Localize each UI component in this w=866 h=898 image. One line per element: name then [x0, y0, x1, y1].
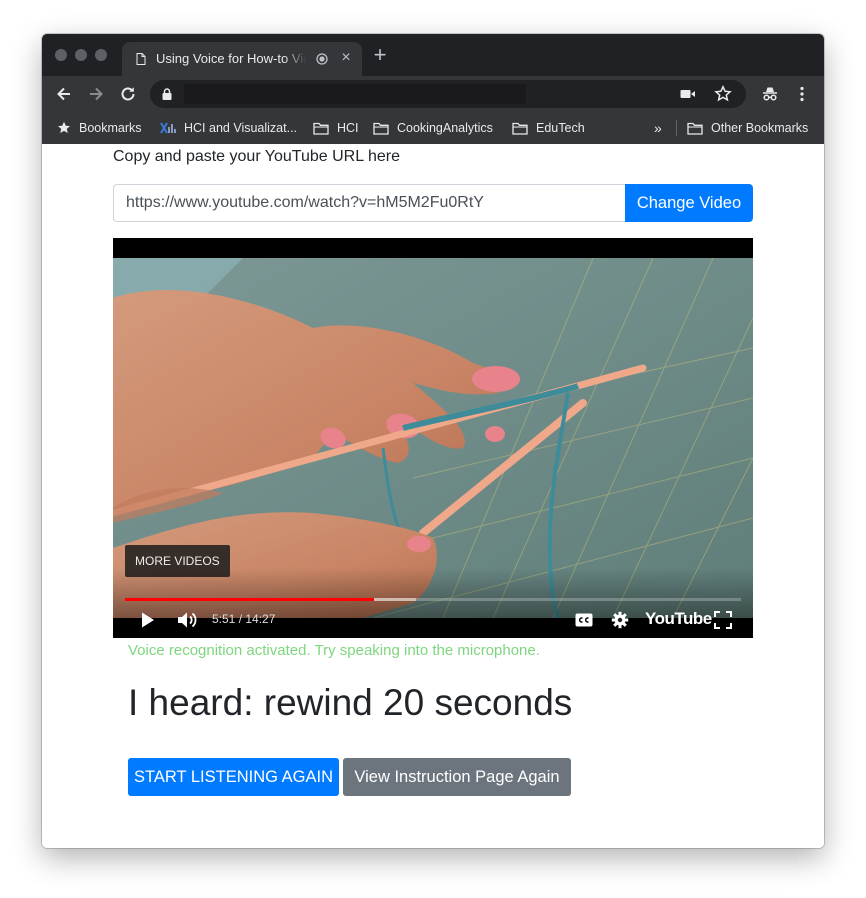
voice-status-message: Voice recognition activated. Try speakin…	[128, 642, 540, 659]
folder-icon	[687, 122, 703, 135]
incognito-icon[interactable]	[760, 84, 780, 104]
bookmarks-bar: Bookmarks HCI and Visualizat... HCI Cook…	[42, 112, 824, 144]
lock-icon	[162, 88, 172, 100]
bookmark-label: EduTech	[536, 121, 585, 135]
bookmark-folder-cookinganalytics[interactable]: CookingAnalytics	[373, 112, 493, 144]
url-text-redacted	[184, 84, 526, 104]
folder-icon	[313, 122, 329, 135]
youtube-video-player[interactable]: MORE VIDEOS 5:51 / 14:27 YouTube	[113, 238, 753, 638]
page-content: Copy and paste your YouTube URL here Cha…	[42, 144, 824, 848]
bookmark-other-bookmarks[interactable]: Other Bookmarks	[687, 112, 808, 144]
url-instructions-label: Copy and paste your YouTube URL here	[113, 148, 401, 165]
youtube-logo[interactable]: YouTube	[645, 609, 712, 629]
forward-arrow-icon[interactable]	[86, 84, 106, 104]
bookmarks-divider	[676, 120, 677, 136]
star-icon[interactable]	[714, 85, 732, 103]
bookmark-label: HCI	[337, 121, 359, 135]
change-video-button[interactable]: Change Video	[625, 184, 753, 222]
settings-gear-icon[interactable]	[611, 611, 629, 629]
bookmark-folder-edutech[interactable]: EduTech	[512, 112, 585, 144]
bookmarks-overflow-chevron[interactable]: »	[654, 112, 662, 144]
plus-icon[interactable]: +	[372, 44, 388, 66]
reload-icon[interactable]	[118, 84, 138, 104]
folder-icon	[512, 122, 528, 135]
volume-icon[interactable]	[177, 610, 199, 630]
back-arrow-icon[interactable]	[54, 84, 74, 104]
progress-played	[125, 598, 375, 601]
bookmark-label: Bookmarks	[79, 121, 142, 135]
bookmark-bookmarks[interactable]: Bookmarks	[57, 112, 142, 144]
window-minimize-dot[interactable]	[75, 49, 87, 61]
bookmark-label: Other Bookmarks	[711, 121, 809, 135]
browser-window: Using Voice for How-to Vid × + Bookmarks…	[42, 34, 824, 848]
tab-active[interactable]: Using Voice for How-to Vid ×	[122, 42, 362, 76]
camera-icon[interactable]	[680, 88, 696, 100]
video-time-display: 5:51 / 14:27	[212, 612, 276, 626]
menu-kebab-icon[interactable]	[792, 84, 812, 104]
star-icon	[58, 121, 70, 133]
fullscreen-icon[interactable]	[714, 611, 732, 629]
heard-command-heading: I heard: rewind 20 seconds	[128, 682, 573, 723]
page-favicon-icon	[136, 53, 146, 65]
close-icon[interactable]: ×	[338, 50, 354, 66]
closed-captions-icon[interactable]	[575, 613, 593, 627]
folder-icon	[373, 122, 389, 135]
start-listening-button[interactable]: START LISTENING AGAIN	[128, 758, 339, 796]
play-icon[interactable]	[141, 612, 155, 628]
bookmark-hci-visualization[interactable]: HCI and Visualizat...	[160, 112, 297, 144]
bookmark-label: CookingAnalytics	[397, 121, 493, 135]
recording-indicator-icon	[316, 53, 328, 65]
tab-title: Using Voice for How-to Vid	[156, 51, 306, 66]
youtube-url-input[interactable]	[113, 184, 625, 222]
bookmark-folder-hci[interactable]: HCI	[313, 112, 359, 144]
browser-toolbar	[42, 76, 824, 112]
chart-favicon-icon	[160, 122, 176, 134]
video-progress-bar[interactable]	[125, 598, 741, 601]
window-close-dot[interactable]	[55, 49, 67, 61]
tab-strip: Using Voice for How-to Vid × +	[42, 34, 824, 76]
bookmark-label: HCI and Visualizat...	[184, 121, 298, 135]
window-zoom-dot[interactable]	[95, 49, 107, 61]
address-bar[interactable]	[150, 80, 746, 108]
view-instruction-page-button[interactable]: View Instruction Page Again	[343, 758, 571, 796]
